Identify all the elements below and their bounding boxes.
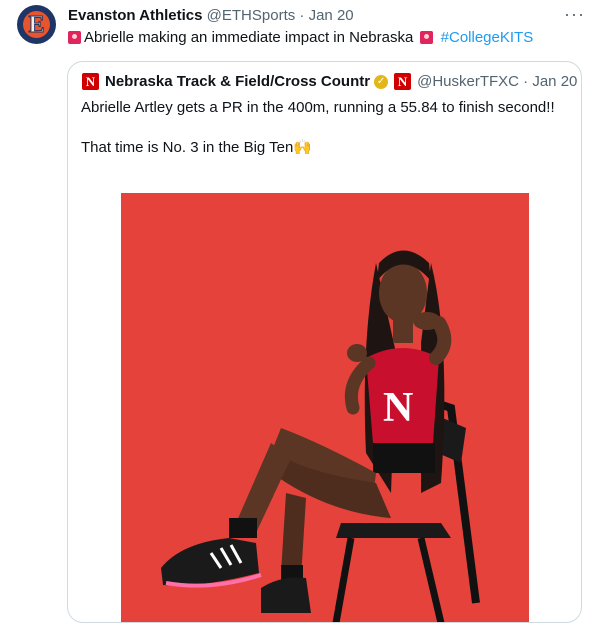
athlete-illustration: N xyxy=(121,193,529,622)
quoted-date[interactable]: Jan 20 xyxy=(532,73,577,90)
author-name[interactable]: Evanston Athletics xyxy=(68,7,202,24)
quoted-line-1: Abrielle Artley gets a PR in the 400m, r… xyxy=(81,99,555,116)
separator-dot: · xyxy=(299,7,305,24)
tweet-body: Abrielle making an immediate impact in N… xyxy=(84,29,414,46)
tweet-text: Abrielle making an immediate impact in N… xyxy=(68,29,533,46)
jersey-letter: N xyxy=(383,385,413,431)
tweet-date[interactable]: Jan 20 xyxy=(309,7,354,24)
quoted-header: N Nebraska Track & Field/Cross Countr ✓ … xyxy=(82,73,577,90)
quoted-line-2: That time is No. 3 in the Big Ten🙌 xyxy=(81,139,313,156)
quoted-tweet-card[interactable]: N Nebraska Track & Field/Cross Countr ✓ … xyxy=(67,61,582,623)
nebraska-logo-icon-small: N xyxy=(394,73,412,90)
author-avatar[interactable]: E xyxy=(17,5,56,44)
more-options-icon[interactable]: ··· xyxy=(564,4,585,25)
quoted-text: Abrielle Artley gets a PR in the 400m, r… xyxy=(81,98,561,158)
siren-emoji-icon xyxy=(68,31,81,44)
author-handle[interactable]: @ETHSports xyxy=(207,7,296,24)
quoted-handle[interactable]: @HuskerTFXC xyxy=(417,73,519,90)
evanston-logo-icon: E xyxy=(23,11,50,38)
tweet-header: Evanston Athletics @ETHSports · Jan 20 xyxy=(68,7,354,24)
separator-dot: · xyxy=(519,73,533,90)
athlete-photo[interactable]: N xyxy=(121,193,529,622)
siren-emoji-icon xyxy=(420,31,434,44)
nebraska-logo-icon[interactable]: N xyxy=(82,73,99,90)
verified-badge-icon: ✓ xyxy=(374,74,389,89)
hashtag-link[interactable]: #CollegeKITS xyxy=(441,29,534,46)
quoted-author-name[interactable]: Nebraska Track & Field/Cross Countr xyxy=(105,73,370,90)
